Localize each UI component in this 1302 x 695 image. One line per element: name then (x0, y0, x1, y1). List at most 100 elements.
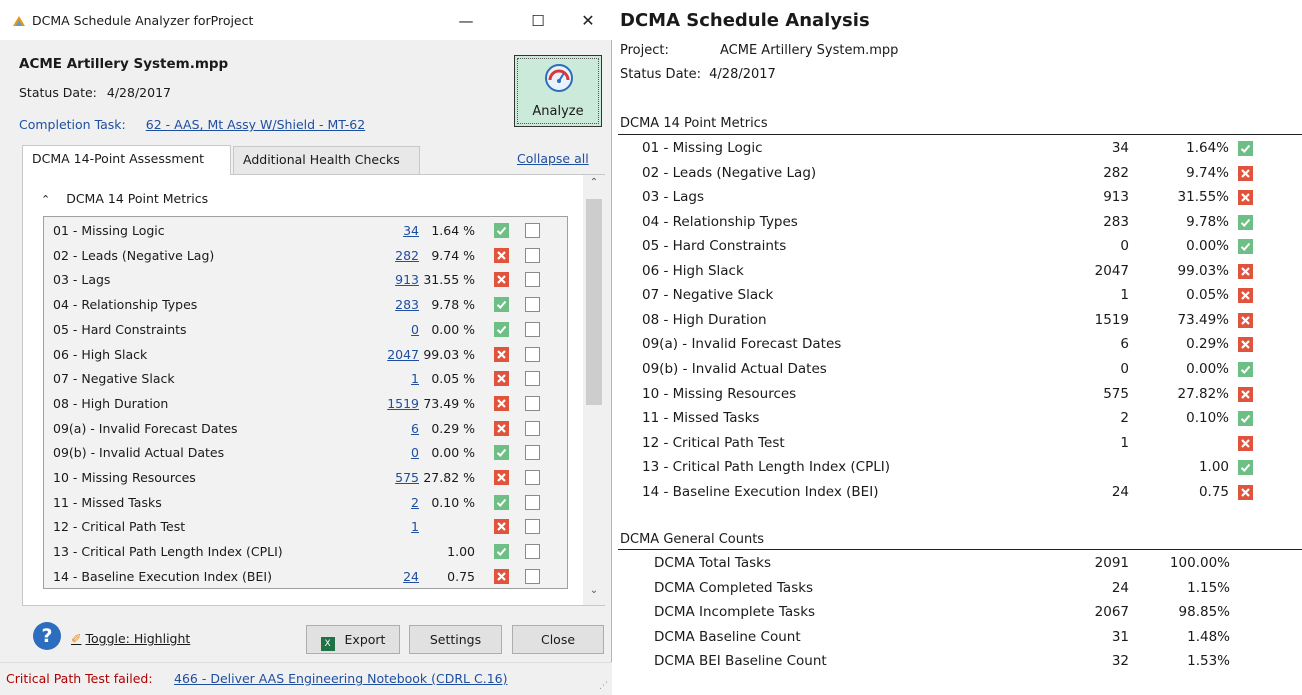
report-general-percent: 100.00% (1169, 555, 1230, 571)
window-title: DCMA Schedule Analyzer forProject (32, 13, 254, 28)
metric-highlight-checkbox[interactable] (525, 494, 540, 510)
status-date-row: Status Date: 4/28/2017 (19, 85, 171, 100)
metric-row[interactable]: 12 - Critical Path Test 1 (44, 514, 567, 539)
report-metric-percent: 73.49% (1177, 311, 1229, 328)
report-metric-count: 6 (1120, 336, 1129, 353)
report-metric-percent: 1.64% (1186, 140, 1229, 156)
metric-count-link[interactable]: 2047 (387, 347, 419, 362)
metric-highlight-checkbox[interactable] (525, 346, 540, 362)
status-task-link[interactable]: 466 - Deliver AAS Engineering Notebook (… (174, 671, 507, 686)
metric-count-link[interactable]: 34 (403, 223, 419, 238)
metric-row[interactable]: 03 - Lags 913 31.55 % (44, 267, 567, 292)
report-metric-percent: 1.00 (1198, 459, 1229, 476)
metric-row[interactable]: 05 - Hard Constraints 0 0.00 % (44, 317, 567, 342)
report-general-percent: 98.85% (1178, 604, 1230, 620)
metric-row[interactable]: 04 - Relationship Types 283 9.78 % (44, 292, 567, 317)
analyze-button[interactable]: Analyze (514, 55, 602, 127)
tab-dcma-assessment[interactable]: DCMA 14-Point Assessment (22, 145, 231, 175)
minimize-button[interactable]: — (444, 6, 488, 36)
help-icon[interactable]: ? (33, 622, 61, 650)
vertical-scrollbar[interactable]: ⌃ ⌄ (583, 175, 605, 605)
metric-highlight-checkbox[interactable] (525, 272, 540, 288)
title-bar[interactable]: DCMA Schedule Analyzer forProject — ☐ ✕ (0, 0, 612, 40)
metric-name: 12 - Critical Path Test (53, 519, 186, 535)
settings-button[interactable]: Settings (409, 625, 502, 654)
metric-highlight-checkbox[interactable] (525, 371, 540, 387)
report-metric-percent: 0.29% (1186, 336, 1229, 353)
metric-highlight-checkbox[interactable] (525, 544, 540, 560)
report-metric-percent: 31.55% (1177, 189, 1229, 206)
metric-row[interactable]: 14 - Baseline Execution Index (BEI) 24 0.7… (44, 564, 567, 589)
metric-count-link[interactable]: 2 (411, 495, 419, 510)
metric-count-link[interactable]: 913 (395, 272, 419, 287)
metric-highlight-checkbox[interactable] (525, 519, 540, 535)
metric-percent: 73.49 % (423, 395, 475, 411)
metric-count-link[interactable]: 24 (403, 569, 419, 584)
report-metric-name: 12 - Critical Path Test (642, 434, 785, 451)
report-metric-count: 913 (1103, 189, 1129, 206)
metric-row[interactable]: 09(a) - Invalid Forecast Dates 6 0.29 % (44, 416, 567, 441)
report-status-label: Status Date: (620, 67, 702, 82)
metric-row[interactable]: 13 - Critical Path Length Index (CPLI) 1.… (44, 539, 567, 564)
metric-count-link[interactable]: 1 (411, 371, 419, 386)
metric-highlight-checkbox[interactable] (525, 395, 540, 411)
metric-row[interactable]: 10 - Missing Resources 575 27.82 % (44, 465, 567, 490)
report-metric-name: 11 - Missed Tasks (642, 410, 760, 427)
report-metric-percent: 0.10% (1186, 410, 1229, 427)
metric-row[interactable]: 08 - High Duration 1519 73.49 % (44, 391, 567, 416)
metric-highlight-checkbox[interactable] (525, 297, 540, 313)
metric-highlight-checkbox[interactable] (525, 247, 540, 263)
metric-count-link[interactable]: 0 (411, 322, 419, 337)
metric-highlight-checkbox[interactable] (525, 445, 540, 461)
section-header[interactable]: ⌃ DCMA 14 Point Metrics (41, 191, 208, 206)
metric-count-link[interactable]: 1 (411, 519, 419, 534)
scroll-down-arrow-icon[interactable]: ⌄ (583, 585, 605, 603)
metric-highlight-checkbox[interactable] (525, 420, 540, 436)
collapse-all-link[interactable]: Collapse all (517, 151, 589, 166)
close-button[interactable]: Close (512, 625, 604, 654)
metric-row[interactable]: 02 - Leads (Negative Lag) 282 9.74 % (44, 243, 567, 268)
fail-x-icon (1238, 312, 1253, 328)
status-message-label: Critical Path Test failed: (6, 671, 153, 686)
metric-count-link[interactable]: 283 (395, 297, 419, 312)
fail-x-icon (1238, 190, 1253, 206)
completion-task-link[interactable]: 62 - AAS, Mt Assy W/Shield - MT-62 (146, 117, 365, 132)
report-metric-percent: 0.75 (1198, 483, 1229, 500)
tab-additional-health-checks[interactable]: Additional Health Checks (233, 146, 420, 174)
resize-grip-icon[interactable]: ⋰ (599, 681, 608, 691)
maximize-button[interactable]: ☐ (516, 6, 560, 36)
toggle-highlight-label: Toggle: Highlight (85, 631, 191, 646)
export-button[interactable]: X Export (306, 625, 400, 654)
report-metric-row: 04 - Relationship Types 283 9.78% (612, 211, 1302, 236)
metric-count-link[interactable]: 6 (411, 421, 419, 436)
metric-highlight-checkbox[interactable] (525, 568, 540, 584)
report-metric-count: 24 (1111, 483, 1129, 500)
report-metric-percent: 9.78% (1186, 213, 1229, 230)
metric-row[interactable]: 07 - Negative Slack 1 0.05 % (44, 366, 567, 391)
metric-highlight-checkbox[interactable] (525, 321, 540, 337)
report-status-value: 4/28/2017 (709, 67, 776, 82)
metric-row[interactable]: 11 - Missed Tasks 2 0.10 % (44, 490, 567, 515)
metric-row[interactable]: 09(b) - Invalid Actual Dates 0 0.00 % (44, 440, 567, 465)
metric-row[interactable]: 06 - High Slack 2047 99.03 % (44, 342, 567, 367)
report-metric-row: 02 - Leads (Negative Lag) 282 9.74% (612, 162, 1302, 187)
metric-percent: 0.29 % (431, 420, 475, 436)
metric-highlight-checkbox[interactable] (525, 470, 540, 485)
scroll-up-arrow-icon[interactable]: ⌃ (583, 177, 605, 195)
project-file-name: ACME Artillery System.mpp (19, 56, 229, 72)
metric-count-link[interactable]: 1519 (387, 396, 419, 411)
metric-count-link[interactable]: 282 (395, 248, 419, 263)
metric-count-link[interactable]: 0 (411, 445, 419, 460)
metric-highlight-checkbox[interactable] (525, 223, 540, 238)
toggle-highlight-link[interactable]: ✐ Toggle: Highlight (71, 631, 190, 646)
metric-row[interactable]: 01 - Missing Logic 34 1.64 % (44, 218, 567, 243)
metric-count-link[interactable]: 575 (395, 470, 419, 485)
close-window-button[interactable]: ✕ (566, 6, 610, 36)
report-general-percent: 1.48% (1187, 628, 1230, 645)
fail-x-icon (1238, 435, 1253, 451)
report-general-name: DCMA Total Tasks (654, 555, 771, 571)
status-bar: Critical Path Test failed: 466 - Deliver… (0, 662, 612, 695)
report-metric-count: 283 (1103, 213, 1129, 230)
scroll-thumb[interactable] (586, 199, 602, 405)
pass-check-icon (1238, 141, 1253, 156)
